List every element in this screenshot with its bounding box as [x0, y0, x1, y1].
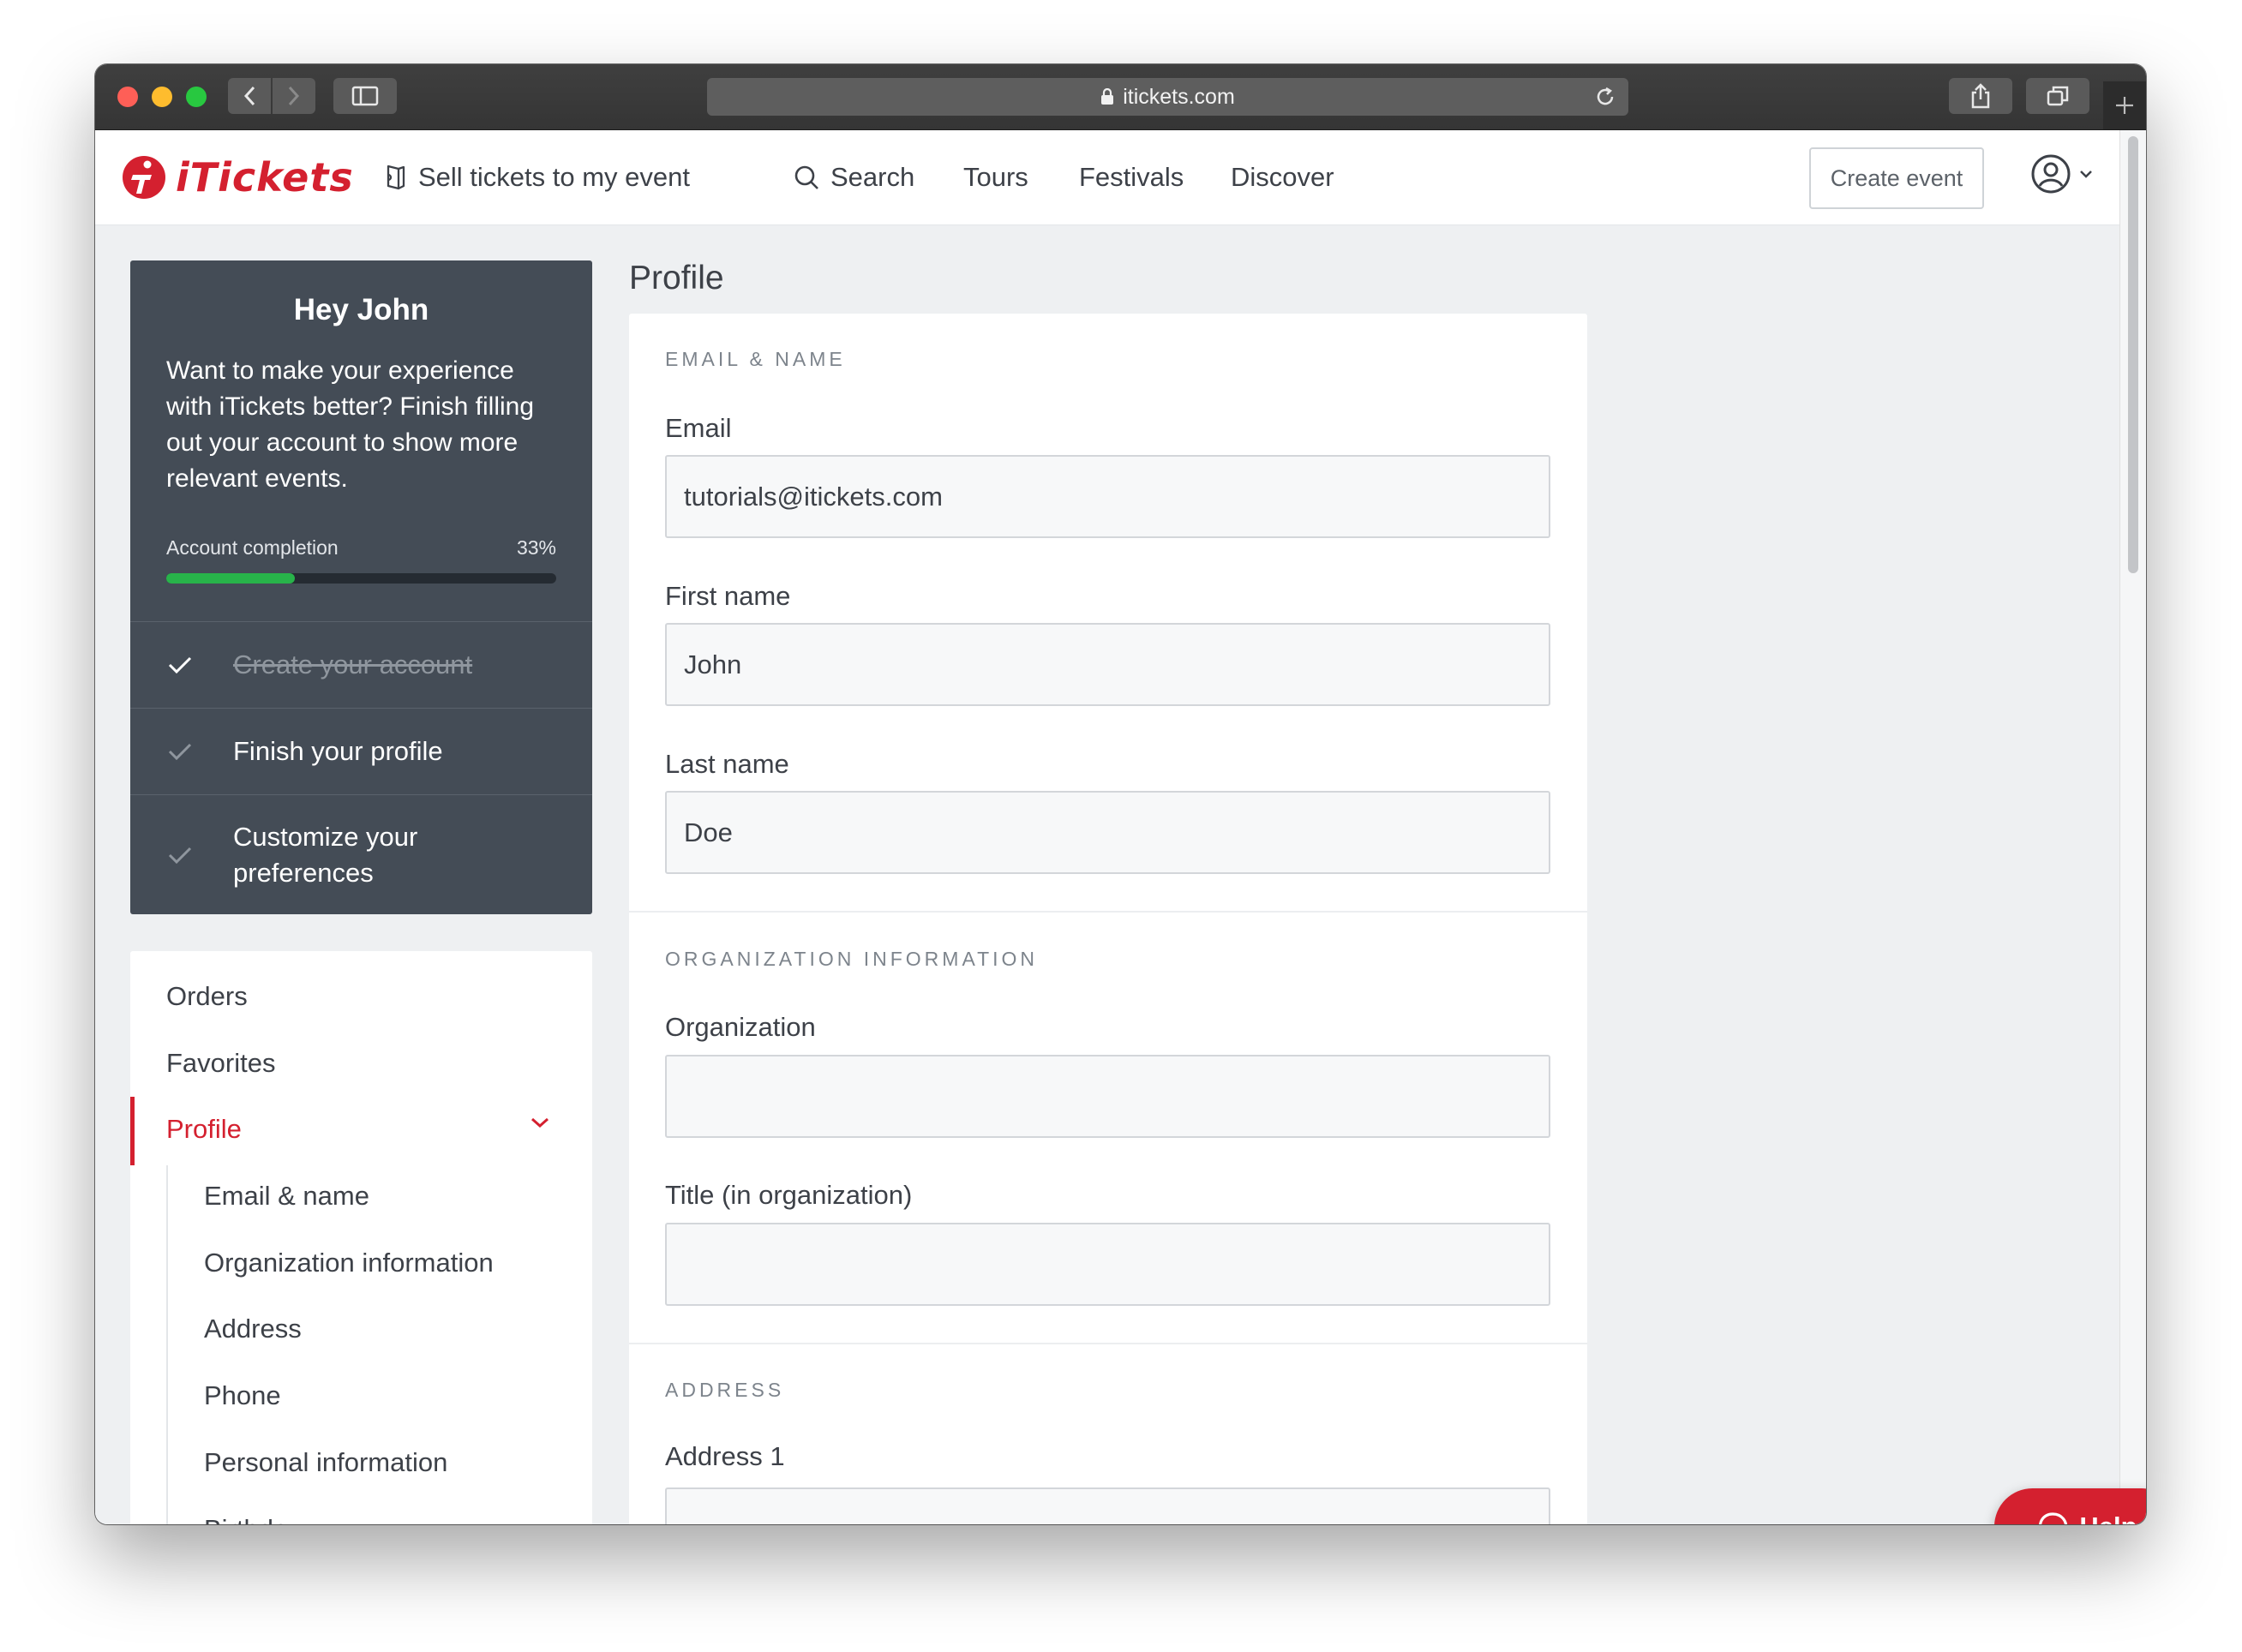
new-tab-button[interactable]: [2103, 81, 2146, 129]
subnav-address[interactable]: Address: [204, 1314, 302, 1344]
user-avatar-icon: [2031, 154, 2071, 194]
welcome-title: Hey John: [293, 293, 429, 326]
first-name-label: First name: [665, 581, 791, 611]
nav-search-label: Search: [830, 162, 915, 192]
nav-tours-label: Tours: [963, 162, 1028, 192]
logo-text: iTickets: [176, 154, 354, 201]
email-label: Email: [665, 413, 732, 443]
chevron-down-icon: [2080, 171, 2092, 178]
check-icon: [168, 656, 192, 674]
subnav-email-name[interactable]: Email & name: [204, 1181, 369, 1212]
section-heading-address: ADDRESS: [665, 1379, 785, 1401]
title-label: Title (in organization): [665, 1180, 913, 1210]
nav-sell-tickets[interactable]: Sell tickets to my event: [381, 130, 690, 224]
step-finish-profile[interactable]: Finish your profile: [130, 708, 592, 794]
organization-title-field[interactable]: [665, 1223, 1550, 1306]
sidenav-orders[interactable]: Orders: [166, 981, 248, 1012]
completion-percent: 33%: [516, 536, 556, 559]
help-label: Help: [2079, 1511, 2137, 1525]
tabs-overview-icon: [2047, 86, 2069, 106]
subnav-organization-information[interactable]: Organization information: [204, 1248, 494, 1278]
account-side-nav: Orders Favorites Profile Email & name Or…: [130, 951, 592, 1524]
reload-icon[interactable]: [1594, 86, 1616, 108]
last-name-label: Last name: [665, 749, 789, 779]
nav-festivals[interactable]: Festivals: [1079, 130, 1184, 224]
subnav-guide-line: [166, 1165, 168, 1524]
sidebar-icon: [351, 86, 379, 106]
nav-discover-label: Discover: [1231, 162, 1334, 192]
share-icon: [1971, 83, 1990, 109]
page-content: Hey John Want to make your experience wi…: [95, 225, 2119, 1524]
section-heading-email-name: EMAIL & NAME: [665, 348, 846, 370]
subnav-birthday[interactable]: Birthday: [204, 1514, 302, 1524]
sidenav-profile[interactable]: Profile: [166, 1114, 242, 1145]
first-name-field[interactable]: [665, 623, 1550, 706]
show-tabs-button[interactable]: [2026, 78, 2089, 114]
step-customize-preferences[interactable]: Customize your preferences: [130, 794, 592, 915]
url-text: itickets.com: [1123, 84, 1235, 109]
nav-sell-label: Sell tickets to my event: [418, 162, 691, 192]
section-heading-organization: ORGANIZATION INFORMATION: [665, 948, 1039, 970]
browser-toolbar: itickets.com: [95, 64, 2146, 130]
address1-label: Address 1: [665, 1441, 785, 1471]
welcome-message: Want to make your experience with iTicke…: [166, 356, 535, 493]
plus-icon: [2116, 97, 2133, 114]
subnav-phone[interactable]: Phone: [204, 1380, 281, 1411]
section-divider: [629, 1343, 1587, 1344]
ticket-icon: [387, 165, 405, 190]
organization-field[interactable]: [665, 1055, 1550, 1138]
completion-label: Account completion: [166, 536, 339, 559]
zoom-window-button[interactable]: [186, 87, 207, 107]
close-window-button[interactable]: [117, 87, 138, 107]
chat-bubble-icon: [2039, 1511, 2068, 1524]
chevron-left-icon: [243, 86, 255, 106]
check-icon: [168, 847, 192, 865]
address1-field[interactable]: [665, 1487, 1550, 1524]
sidebar-toggle-button[interactable]: [333, 78, 397, 114]
step-label: Finish your profile: [233, 736, 443, 766]
active-indicator: [130, 1097, 135, 1165]
lock-icon: [1101, 88, 1114, 105]
create-event-button[interactable]: Create event: [1809, 147, 1984, 209]
chevron-down-icon[interactable]: [529, 1116, 551, 1129]
itickets-logo-mark-icon: [123, 156, 165, 199]
nav-discover[interactable]: Discover: [1231, 130, 1334, 224]
share-button[interactable]: [1949, 78, 2012, 114]
browser-window: itickets.com iTickets Sell tickets to my…: [95, 64, 2146, 1524]
step-create-account[interactable]: Create your account: [130, 621, 592, 708]
page-scrollbar-thumb[interactable]: [2128, 136, 2138, 573]
nav-search[interactable]: Search: [793, 130, 914, 224]
nav-festivals-label: Festivals: [1079, 162, 1184, 192]
minimize-window-button[interactable]: [152, 87, 172, 107]
account-menu[interactable]: [2030, 153, 2094, 195]
nav-tours[interactable]: Tours: [963, 130, 1028, 224]
subnav-personal-information[interactable]: Personal information: [204, 1447, 447, 1478]
section-divider: [629, 911, 1587, 913]
last-name-field[interactable]: [665, 791, 1550, 874]
email-field[interactable]: [665, 455, 1550, 538]
completion-progress-bar: [166, 573, 556, 584]
address-bar[interactable]: itickets.com: [707, 78, 1628, 116]
organization-label: Organization: [665, 1012, 816, 1042]
completion-progress-fill: [166, 573, 296, 584]
check-icon: [168, 743, 192, 761]
profile-form-card: EMAIL & NAME Email First name Last name …: [629, 314, 1587, 1524]
chevron-right-icon: [288, 86, 300, 106]
help-button[interactable]: Help: [1994, 1488, 2146, 1524]
sidenav-favorites[interactable]: Favorites: [166, 1048, 275, 1079]
back-button[interactable]: [228, 78, 271, 114]
account-completion-panel: Hey John Want to make your experience wi…: [130, 260, 592, 914]
step-label: Create your account: [233, 649, 473, 679]
site-header: iTickets Sell tickets to my event Search…: [95, 130, 2119, 225]
page-title: Profile: [629, 260, 724, 296]
search-icon: [794, 165, 818, 189]
step-label: Customize your preferences: [233, 822, 418, 888]
forward-button[interactable]: [273, 78, 315, 114]
itickets-logo[interactable]: iTickets: [121, 154, 354, 201]
